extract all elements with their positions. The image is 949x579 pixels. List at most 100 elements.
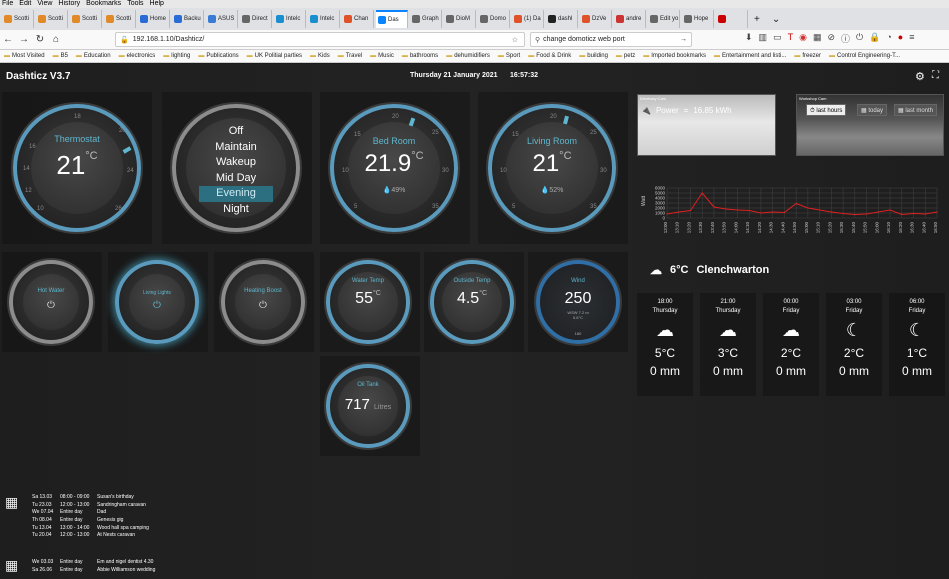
home-icon[interactable]: ⌂ — [48, 34, 64, 45]
bookmark-item[interactable]: Publications — [198, 53, 238, 59]
url-bar[interactable]: 🔓 192.168.1.10/Dashticz/ ☆ — [115, 32, 525, 47]
bookmark-item[interactable]: building — [579, 53, 608, 59]
browser-tab[interactable]: Scotti — [104, 10, 136, 28]
last-month-button[interactable]: ▦ last month — [894, 104, 938, 116]
browser-tab[interactable]: Edit yo — [648, 10, 680, 28]
browser-tab[interactable]: andre — [614, 10, 646, 28]
settings-gear-icon[interactable]: ⚙ — [915, 70, 925, 83]
mode-option[interactable]: Wakeup — [199, 155, 273, 171]
hot-water-switch[interactable]: Hot Water ⏻ — [9, 260, 93, 344]
mode-option[interactable]: Maintain — [199, 140, 273, 156]
extension-info-icon[interactable]: ⓘ — [841, 32, 850, 45]
bookmark-item[interactable]: Entertainment and listi... — [714, 53, 786, 59]
extension-red-icon[interactable]: ● — [898, 32, 903, 45]
browser-tab[interactable]: Chan — [342, 10, 374, 28]
menu-item[interactable]: History — [58, 0, 80, 8]
browser-tab[interactable]: Domo — [478, 10, 510, 28]
bookmark-item[interactable]: Kids — [310, 53, 330, 59]
mode-list[interactable]: Off Maintain Wakeup Mid Day Evening Night — [199, 124, 273, 217]
search-go-icon[interactable]: → — [680, 36, 687, 43]
fullscreen-icon[interactable]: ⛶ — [932, 70, 939, 81]
tab-favicon-icon — [650, 15, 658, 23]
bookmark-item[interactable]: dehumidifiers — [446, 53, 490, 59]
bookmark-item[interactable]: Food & Drink — [528, 53, 571, 59]
tab-favicon-icon — [208, 15, 216, 23]
browser-tab[interactable]: Scotti — [70, 10, 102, 28]
bookmark-item[interactable]: petz — [616, 53, 635, 59]
download-icon[interactable]: ⬇ — [745, 32, 753, 45]
extension-grid-icon[interactable]: ▦ — [813, 32, 822, 45]
search-input[interactable]: ⚲ change domoticz web port → — [530, 32, 692, 47]
browser-tab[interactable]: Home — [138, 10, 170, 28]
bookmark-item[interactable]: Travel — [338, 53, 362, 59]
bookmark-item[interactable]: Most Visited — [4, 53, 45, 59]
bookmark-item[interactable]: Music — [370, 53, 394, 59]
extension-circle-icon[interactable]: ◔ — [886, 32, 891, 45]
bookmark-item[interactable]: B5 — [53, 53, 68, 59]
extension-t-icon[interactable]: T — [788, 32, 794, 45]
forward-icon[interactable]: → — [16, 34, 32, 45]
browser-tab[interactable] — [716, 10, 748, 28]
menu-item[interactable]: Help — [150, 0, 164, 8]
last-hours-button[interactable]: ⏱ last hours — [806, 104, 847, 116]
extension-block-icon[interactable]: ⊘ — [827, 32, 835, 45]
event-date: We 03.03 — [32, 559, 54, 565]
browser-tab[interactable]: Intelc — [308, 10, 340, 28]
browser-tab[interactable]: DioM — [444, 10, 476, 28]
reload-icon[interactable]: ↻ — [32, 34, 48, 45]
bedroom-dial[interactable]: Bed Room 21.9°C 💧49% 5 10 15 20 25 30 35 — [330, 104, 458, 232]
bookmark-item[interactable]: Control Engineering-T... — [829, 53, 900, 59]
heating-mode-dial[interactable]: Off Maintain Wakeup Mid Day Evening Night — [172, 104, 300, 232]
heating-boost-switch[interactable]: Heating Boost ⏻ — [221, 260, 305, 344]
tab-list-icon[interactable]: ⌄ — [766, 14, 786, 25]
bookmark-item[interactable]: lighting — [163, 53, 190, 59]
browser-tab[interactable]: DzVe — [580, 10, 612, 28]
menu-item[interactable]: Edit — [19, 0, 31, 8]
browser-tab[interactable]: Hope — [682, 10, 714, 28]
livingroom-dial[interactable]: Living Room 21°C 💧52% 5 10 15 20 25 30 3… — [488, 104, 616, 232]
browser-tab[interactable]: Graph — [410, 10, 442, 28]
browser-tab[interactable]: (1) Da — [512, 10, 544, 28]
oil-tank-gauge[interactable]: Oil Tank 717 Litres — [326, 364, 410, 448]
bookmark-star-icon[interactable]: ☆ — [512, 36, 518, 44]
bookmark-item[interactable]: bathrooms — [402, 53, 438, 59]
bookmark-item[interactable]: Education — [76, 53, 111, 59]
extension-lock-icon[interactable]: 🔒 — [869, 32, 880, 45]
menu-item[interactable]: Bookmarks — [86, 0, 121, 8]
driveway-camera[interactable]: Driveway Cam — [637, 94, 776, 156]
mode-option[interactable]: Off — [199, 124, 273, 140]
today-button[interactable]: ▦ today — [857, 104, 888, 116]
new-tab-icon[interactable]: + — [748, 14, 766, 25]
browser-tab[interactable]: Scotti — [2, 10, 34, 28]
bookmark-item[interactable]: UK Politial parties — [247, 53, 302, 59]
menu-item[interactable]: File — [2, 0, 13, 8]
bookmark-item[interactable]: Sport — [498, 53, 520, 59]
sidebar-icon[interactable]: ▭ — [773, 32, 782, 45]
extension-power-icon[interactable]: ⏻ — [856, 32, 863, 45]
outside-temp-gauge[interactable]: Outside Temp 4.5°C — [430, 260, 514, 344]
browser-tab[interactable]: Intelc — [274, 10, 306, 28]
back-icon[interactable]: ← — [0, 34, 16, 45]
water-temp-gauge[interactable]: Water Temp 55°C — [326, 260, 410, 344]
bookmark-item[interactable]: electronics — [119, 53, 156, 59]
browser-tab[interactable]: Direct — [240, 10, 272, 28]
menu-icon[interactable]: ≡ — [909, 32, 914, 45]
mode-option[interactable]: Evening — [199, 186, 273, 202]
wind-gauge[interactable]: Wind 250 WSW 7.2 m 5.6°C 180 — [536, 260, 620, 344]
event-date: Tu 23.03 — [32, 501, 52, 508]
extension-pocket-icon[interactable]: ◉ — [799, 32, 807, 45]
browser-tab[interactable]: Das — [376, 10, 408, 28]
browser-tab[interactable]: ASUS — [206, 10, 238, 28]
browser-tab[interactable]: Backu — [172, 10, 204, 28]
bookmark-item[interactable]: freezer — [794, 53, 821, 59]
browser-tab[interactable]: Scotti — [36, 10, 68, 28]
menu-item[interactable]: View — [37, 0, 52, 8]
library-icon[interactable]: ▥ — [759, 32, 768, 45]
mode-option[interactable]: Night — [199, 202, 273, 218]
thermostat-dial[interactable]: Thermostat 21°C 10 12 14 16 18 20 24 26 — [13, 104, 141, 232]
bookmark-item[interactable]: Imported bookmarks — [643, 53, 706, 59]
browser-tab[interactable]: dashl — [546, 10, 578, 28]
mode-option[interactable]: Mid Day — [199, 171, 273, 187]
menu-item[interactable]: Tools — [127, 0, 143, 8]
living-lights-switch[interactable]: Living Lights ⏻ — [115, 260, 199, 344]
